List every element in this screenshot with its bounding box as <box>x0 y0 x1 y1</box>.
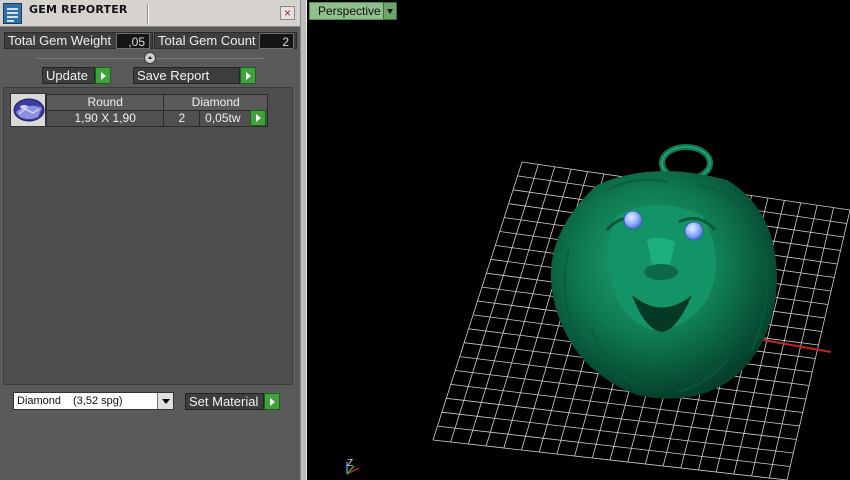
table-row[interactable]: 1,90 X 1,90 2 0,05tw <box>45 110 268 127</box>
update-button[interactable]: Update <box>42 67 95 84</box>
update-go-icon[interactable] <box>95 67 111 84</box>
set-material-button[interactable]: Set Material <box>185 393 264 410</box>
gem-size-cell: 1,90 X 1,90 <box>45 110 165 127</box>
title-divider <box>147 4 148 24</box>
total-count-value: 2 <box>259 33 294 49</box>
gem-row-go-icon[interactable] <box>250 110 266 126</box>
left-eye-gem[interactable] <box>623 210 643 230</box>
total-weight-label: Total Gem Weight <box>8 33 112 48</box>
close-icon[interactable]: × <box>280 6 295 20</box>
material-select-density: (3,52 spg) <box>73 395 123 407</box>
gem-row-table: Round Diamond 1,90 X 1,90 2 0,05tw <box>45 94 268 127</box>
viewport-scene <box>346 144 850 480</box>
right-eye-gem[interactable] <box>684 221 704 241</box>
round-gem-icon[interactable] <box>10 93 46 127</box>
x-axis-line <box>762 339 832 353</box>
window-title: GEM REPORTER <box>29 3 128 16</box>
set-material-go-icon[interactable] <box>264 393 280 410</box>
material-select[interactable]: Diamond (3,52 spg) <box>13 392 174 410</box>
collapse-handle-icon[interactable] <box>144 52 156 64</box>
material-select-name: Diamond <box>17 395 62 407</box>
lion-pendant-model[interactable] <box>550 144 777 399</box>
total-count-label: Total Gem Count <box>158 33 256 48</box>
chevron-down-icon[interactable] <box>383 2 397 20</box>
axis-indicator-label: Z <box>347 458 354 469</box>
title-bar: GEM REPORTER × <box>0 0 300 27</box>
gem-reporter-panel: GEM REPORTER × Total Gem Weight ,05 Tota… <box>0 0 300 480</box>
viewport-3d[interactable]: Perspective Z <box>307 0 850 480</box>
gem-list <box>3 87 293 385</box>
total-weight-value: ,05 <box>116 33 150 49</box>
gem-count-cell: 2 <box>163 110 201 127</box>
panel-splitter[interactable] <box>300 0 307 480</box>
save-report-button[interactable]: Save Report <box>133 67 240 84</box>
save-report-go-icon[interactable] <box>240 67 256 84</box>
gem-material-cell: Diamond <box>163 94 268 111</box>
app-icon <box>3 3 22 24</box>
gem-shape-cell: Round <box>45 94 165 111</box>
gem-row-header: Round Diamond <box>45 94 268 111</box>
chevron-down-icon[interactable] <box>157 393 173 409</box>
